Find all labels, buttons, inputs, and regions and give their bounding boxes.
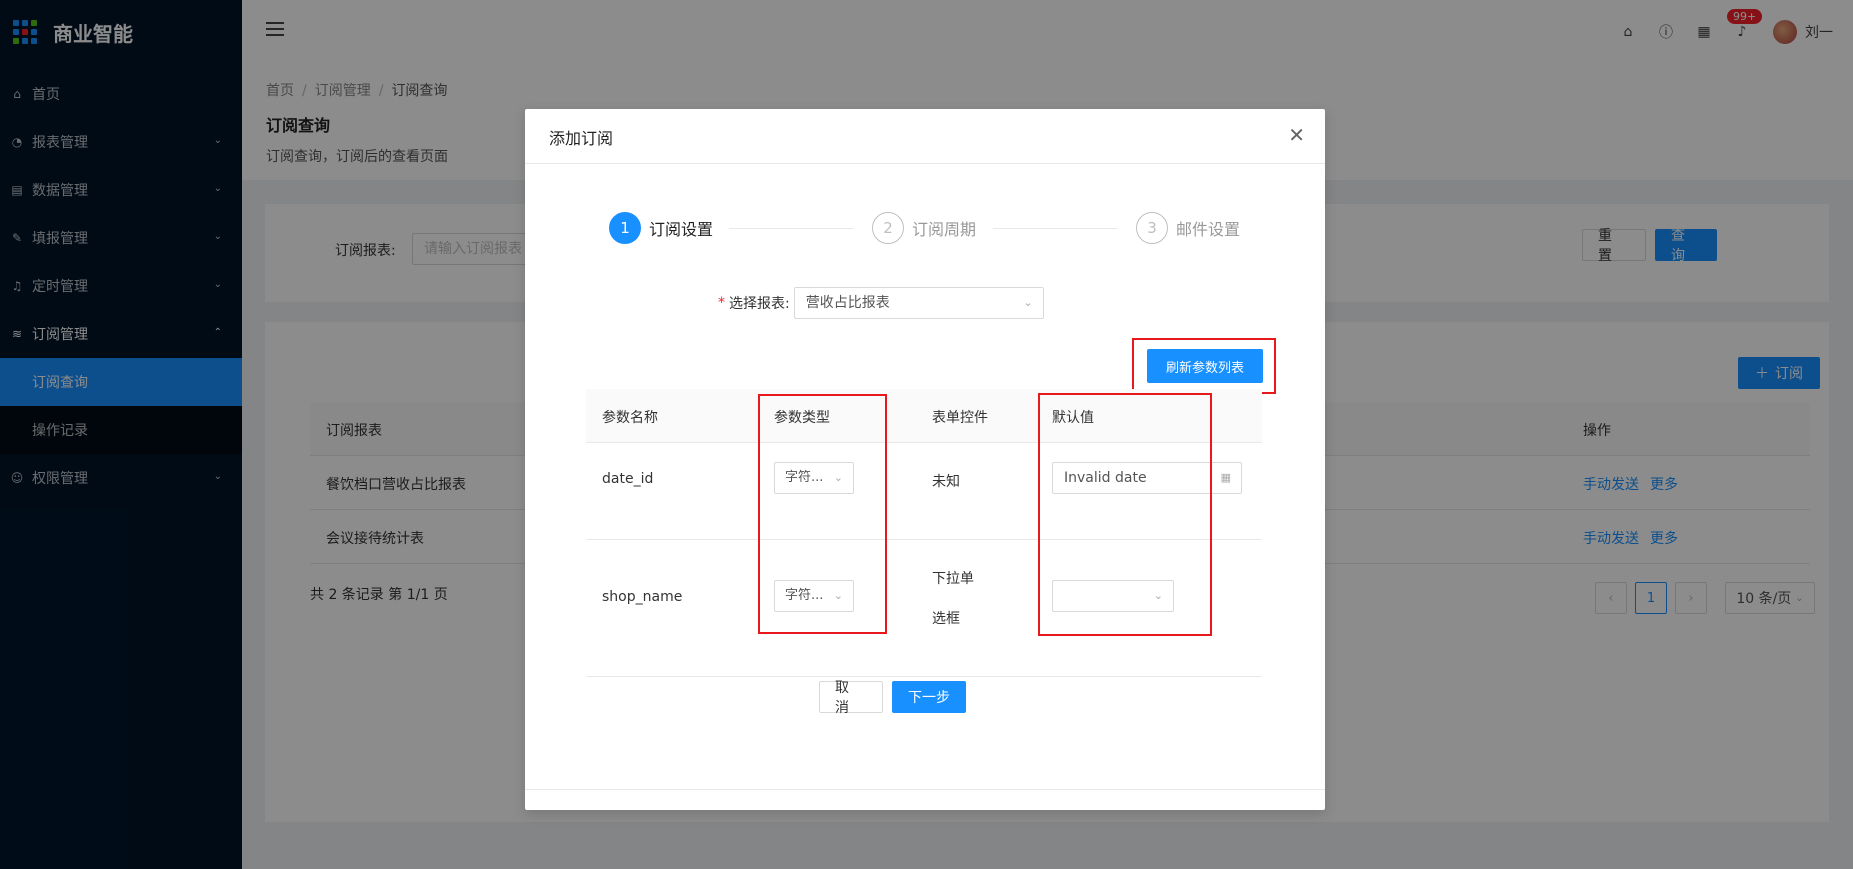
param-type-select[interactable]: 字符... ⌄ [774,462,854,494]
step-subscription-period: 2 订阅周期 [872,212,976,244]
default-value-select[interactable]: ⌄ [1052,580,1174,612]
close-icon[interactable]: ✕ [1288,123,1305,147]
cancel-button[interactable]: 取 消 [819,680,883,716]
chevron-down-icon: ⌄ [833,471,843,484]
report-select-label: 选择报表: [729,296,790,312]
step-number: 2 [872,212,904,244]
chevron-down-icon: ⌄ [1023,296,1033,309]
params-table: 参数名称 参数类型 表单控件 默认值 date_id 字符... ⌄ 未知 In… [586,389,1262,677]
calendar-icon: ▦ [1220,471,1231,484]
report-select-row: * 选择报表: 营收占比报表 ⌄ [718,287,1044,319]
required-mark: * [718,295,725,311]
step-divider [729,228,854,229]
param-type-value: 字符... [785,588,824,603]
step-label: 订阅周期 [912,220,977,239]
table-row: date_id 字符... ⌄ 未知 Invalid date ▦ [586,443,1262,540]
default-date-input[interactable]: Invalid date ▦ [1052,462,1242,494]
report-select[interactable]: 营收占比报表 ⌄ [793,287,1044,319]
modal-footer [525,789,1325,810]
step-number: 3 [1136,212,1168,244]
add-subscription-modal: 添加订阅 ✕ 1 订阅设置 2 订阅周期 3 邮件设置 * 选择报表: 营收占比… [525,109,1325,810]
report-select-value: 营收占比报表 [805,295,890,311]
step-divider [993,228,1118,229]
params-table-header: 参数名称 参数类型 表单控件 默认值 [586,389,1262,443]
step-subscription-settings: 1 订阅设置 [609,212,713,244]
step-label: 邮件设置 [1176,220,1241,239]
param-name: date_id [602,471,654,487]
param-type-value: 字符... [785,470,824,485]
column-header-param-name: 参数名称 [602,410,658,426]
column-header-default-value: 默认值 [1052,410,1094,426]
chevron-down-icon: ⌄ [1153,589,1163,602]
column-header-form-control: 表单控件 [932,410,988,426]
steps: 1 订阅设置 2 订阅周期 3 邮件设置 [609,212,1249,246]
step-number: 1 [609,212,641,244]
next-step-button[interactable]: 下一步 [892,681,966,713]
step-email-settings: 3 邮件设置 [1136,212,1240,244]
refresh-params-button[interactable]: 刷新参数列表 [1147,349,1263,383]
default-date-value: Invalid date [1064,470,1147,486]
param-type-select[interactable]: 字符... ⌄ [774,580,854,612]
form-control-value: 选框 [932,611,960,627]
chevron-down-icon: ⌄ [833,589,843,602]
step-label: 订阅设置 [649,220,714,239]
modal-title: 添加订阅 [549,129,614,148]
form-control-value: 下拉单 [932,571,974,587]
column-header-param-type: 参数类型 [774,410,830,426]
param-name: shop_name [602,589,683,605]
table-row: shop_name 字符... ⌄ 下拉单 选框 ⌄ [586,540,1262,677]
modal-header: 添加订阅 ✕ [525,109,1325,164]
form-control-value: 未知 [932,474,960,490]
